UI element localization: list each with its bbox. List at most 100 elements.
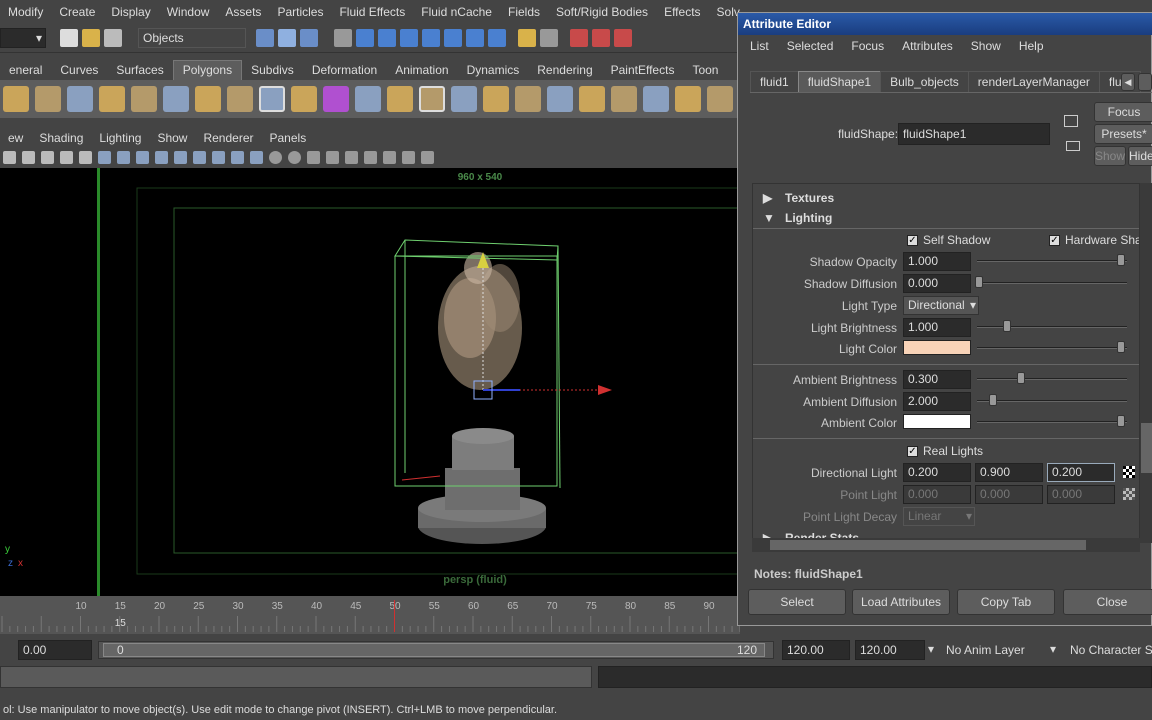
go-to-input-icon[interactable] [1064,115,1078,127]
safe-action-icon[interactable] [174,150,187,164]
ae-menu-help[interactable]: Help [1007,39,1050,53]
shelf-tab-deformation[interactable]: Deformation [303,61,386,80]
snap-grid-icon[interactable] [356,29,374,47]
history-icon[interactable] [614,29,632,47]
end-time-field[interactable]: 120.00 [782,640,850,660]
poly-combine-icon[interactable] [387,86,413,112]
poly-split-icon[interactable] [579,86,605,112]
viewport-3d[interactable]: y z x 960 x 540 persp (fluid) [0,168,740,596]
poly-cylinder-icon[interactable] [67,86,93,112]
section-textures[interactable]: ▶ Textures [753,188,1139,208]
vertical-scrollbar[interactable] [1140,183,1152,543]
select-by-type-icon[interactable] [334,29,352,47]
poly-sphere-icon[interactable] [3,86,29,112]
node-name-field[interactable]: fluidShape1 [898,123,1050,145]
poly-append-icon[interactable] [643,86,669,112]
component-mode-icon[interactable] [300,29,318,47]
smooth-shade-icon[interactable] [212,150,225,164]
poly-plane-icon[interactable] [131,86,157,112]
poly-bridge-icon[interactable] [547,86,573,112]
image-plane-icon[interactable] [60,150,73,164]
xray-joints-icon[interactable] [326,150,339,164]
object-mode-icon[interactable] [278,29,296,47]
shelf-tab-animation[interactable]: Animation [386,61,457,80]
camera-select-icon[interactable] [3,150,16,164]
menu-item-window[interactable]: Window [159,5,218,19]
load-attributes-button[interactable]: Load Attributes [852,589,950,615]
ambient-diffusion-field[interactable]: 2.000 [903,392,971,411]
field-chart-icon[interactable] [155,150,168,164]
ae-menu-attributes[interactable]: Attributes [890,39,959,53]
directional-light-z-field[interactable]: 0.200 [1047,463,1115,482]
menu-item-display[interactable]: Display [103,5,158,19]
point-light-y-field[interactable]: 0.000 [975,485,1043,504]
point-light-z-field[interactable]: 0.000 [1047,485,1115,504]
save-scene-icon[interactable] [104,29,122,47]
ae-menu-show[interactable]: Show [959,39,1007,53]
self-shadow-checkbox[interactable]: ✓ [907,235,918,246]
go-to-output-icon[interactable] [1066,141,1080,151]
input-connection-icon[interactable] [570,29,588,47]
ae-tab-fluid1[interactable]: fluid1 [750,71,799,92]
shelf-tab-toon[interactable]: Toon [683,61,727,80]
shelf-tab-curves[interactable]: Curves [51,61,107,80]
slider-handle[interactable] [989,394,997,406]
map-button-icon[interactable] [1123,466,1135,478]
ae-menu-list[interactable]: List [738,39,775,53]
tab-scroll-left-icon[interactable]: ◀ [1121,73,1135,91]
select-button[interactable]: Select [748,589,846,615]
poly-merge-icon[interactable] [707,86,733,112]
slider-handle[interactable] [1117,341,1125,353]
ambient-brightness-slider[interactable] [977,378,1127,380]
menu-item-soft-rigid-bodies[interactable]: Soft/Rigid Bodies [548,5,656,19]
shadow-diffusion-field[interactable]: 0.000 [903,274,971,293]
directional-light-y-field[interactable]: 0.900 [975,463,1043,482]
menu-item-fluid-effects[interactable]: Fluid Effects [331,5,413,19]
light-brightness-field[interactable]: 1.000 [903,318,971,337]
horizontal-scrollbar[interactable] [752,538,1140,552]
bookmark-icon[interactable] [41,150,54,164]
poly-cone-icon[interactable] [99,86,125,112]
slider-handle[interactable] [1017,372,1025,384]
shelf-tab-surfaces[interactable]: Surfaces [107,61,172,80]
point-light-decay-dropdown[interactable]: Linear ▾ [903,507,975,526]
lights-icon[interactable] [269,150,282,164]
directional-light-x-field[interactable]: 0.200 [903,463,971,482]
presets-button[interactable]: Presets* [1094,124,1152,144]
slider-handle[interactable] [975,276,983,288]
gate-mask-icon[interactable] [136,150,149,164]
poly-pyramid-icon[interactable] [227,86,253,112]
output-connection-icon[interactable] [592,29,610,47]
shadow-opacity-field[interactable]: 1.000 [903,252,971,271]
anim-layer-dropdown[interactable]: No Anim Layer [946,643,1025,657]
snap-curve-icon[interactable] [378,29,396,47]
scroll-thumb[interactable] [1141,423,1152,473]
shelf-tab-subdivs[interactable]: Subdivs [242,61,303,80]
ae-tab-bulb_objects[interactable]: Bulb_objects [880,71,969,92]
hide-button[interactable]: Hide [1128,146,1152,166]
shelf-tab-rendering[interactable]: Rendering [528,61,601,80]
menu-item-assets[interactable]: Assets [217,5,269,19]
default-material-icon[interactable] [231,150,244,164]
copy-tab-button[interactable]: Copy Tab [957,589,1055,615]
ambient-brightness-field[interactable]: 0.300 [903,370,971,389]
xray-icon[interactable] [307,150,320,164]
chevron-down-icon[interactable]: ▾ [1050,642,1056,656]
film-gate-icon[interactable] [98,150,111,164]
time-slider[interactable]: 10152025303540455055606570758085909515 [0,596,740,634]
light-type-dropdown[interactable]: Directional ▾ [903,296,979,315]
shelf-tab-dynamics[interactable]: Dynamics [458,61,529,80]
isolate-icon[interactable] [345,150,358,164]
light-color-slider[interactable] [977,347,1127,349]
layout-icon[interactable] [421,150,434,164]
poly-torus-icon[interactable] [163,86,189,112]
light-color-swatch[interactable] [903,340,971,355]
poly-separate-icon[interactable] [419,86,445,112]
poly-platonic-icon[interactable] [355,86,381,112]
panel-menu-show[interactable]: Show [149,131,195,145]
camera-attr-icon[interactable] [22,150,35,164]
select-highlight-icon[interactable] [540,29,558,47]
menu-item-solvers[interactable]: Solvers [709,5,740,19]
ae-menu-selected[interactable]: Selected [775,39,840,53]
poly-insert-edge-icon[interactable] [611,86,637,112]
